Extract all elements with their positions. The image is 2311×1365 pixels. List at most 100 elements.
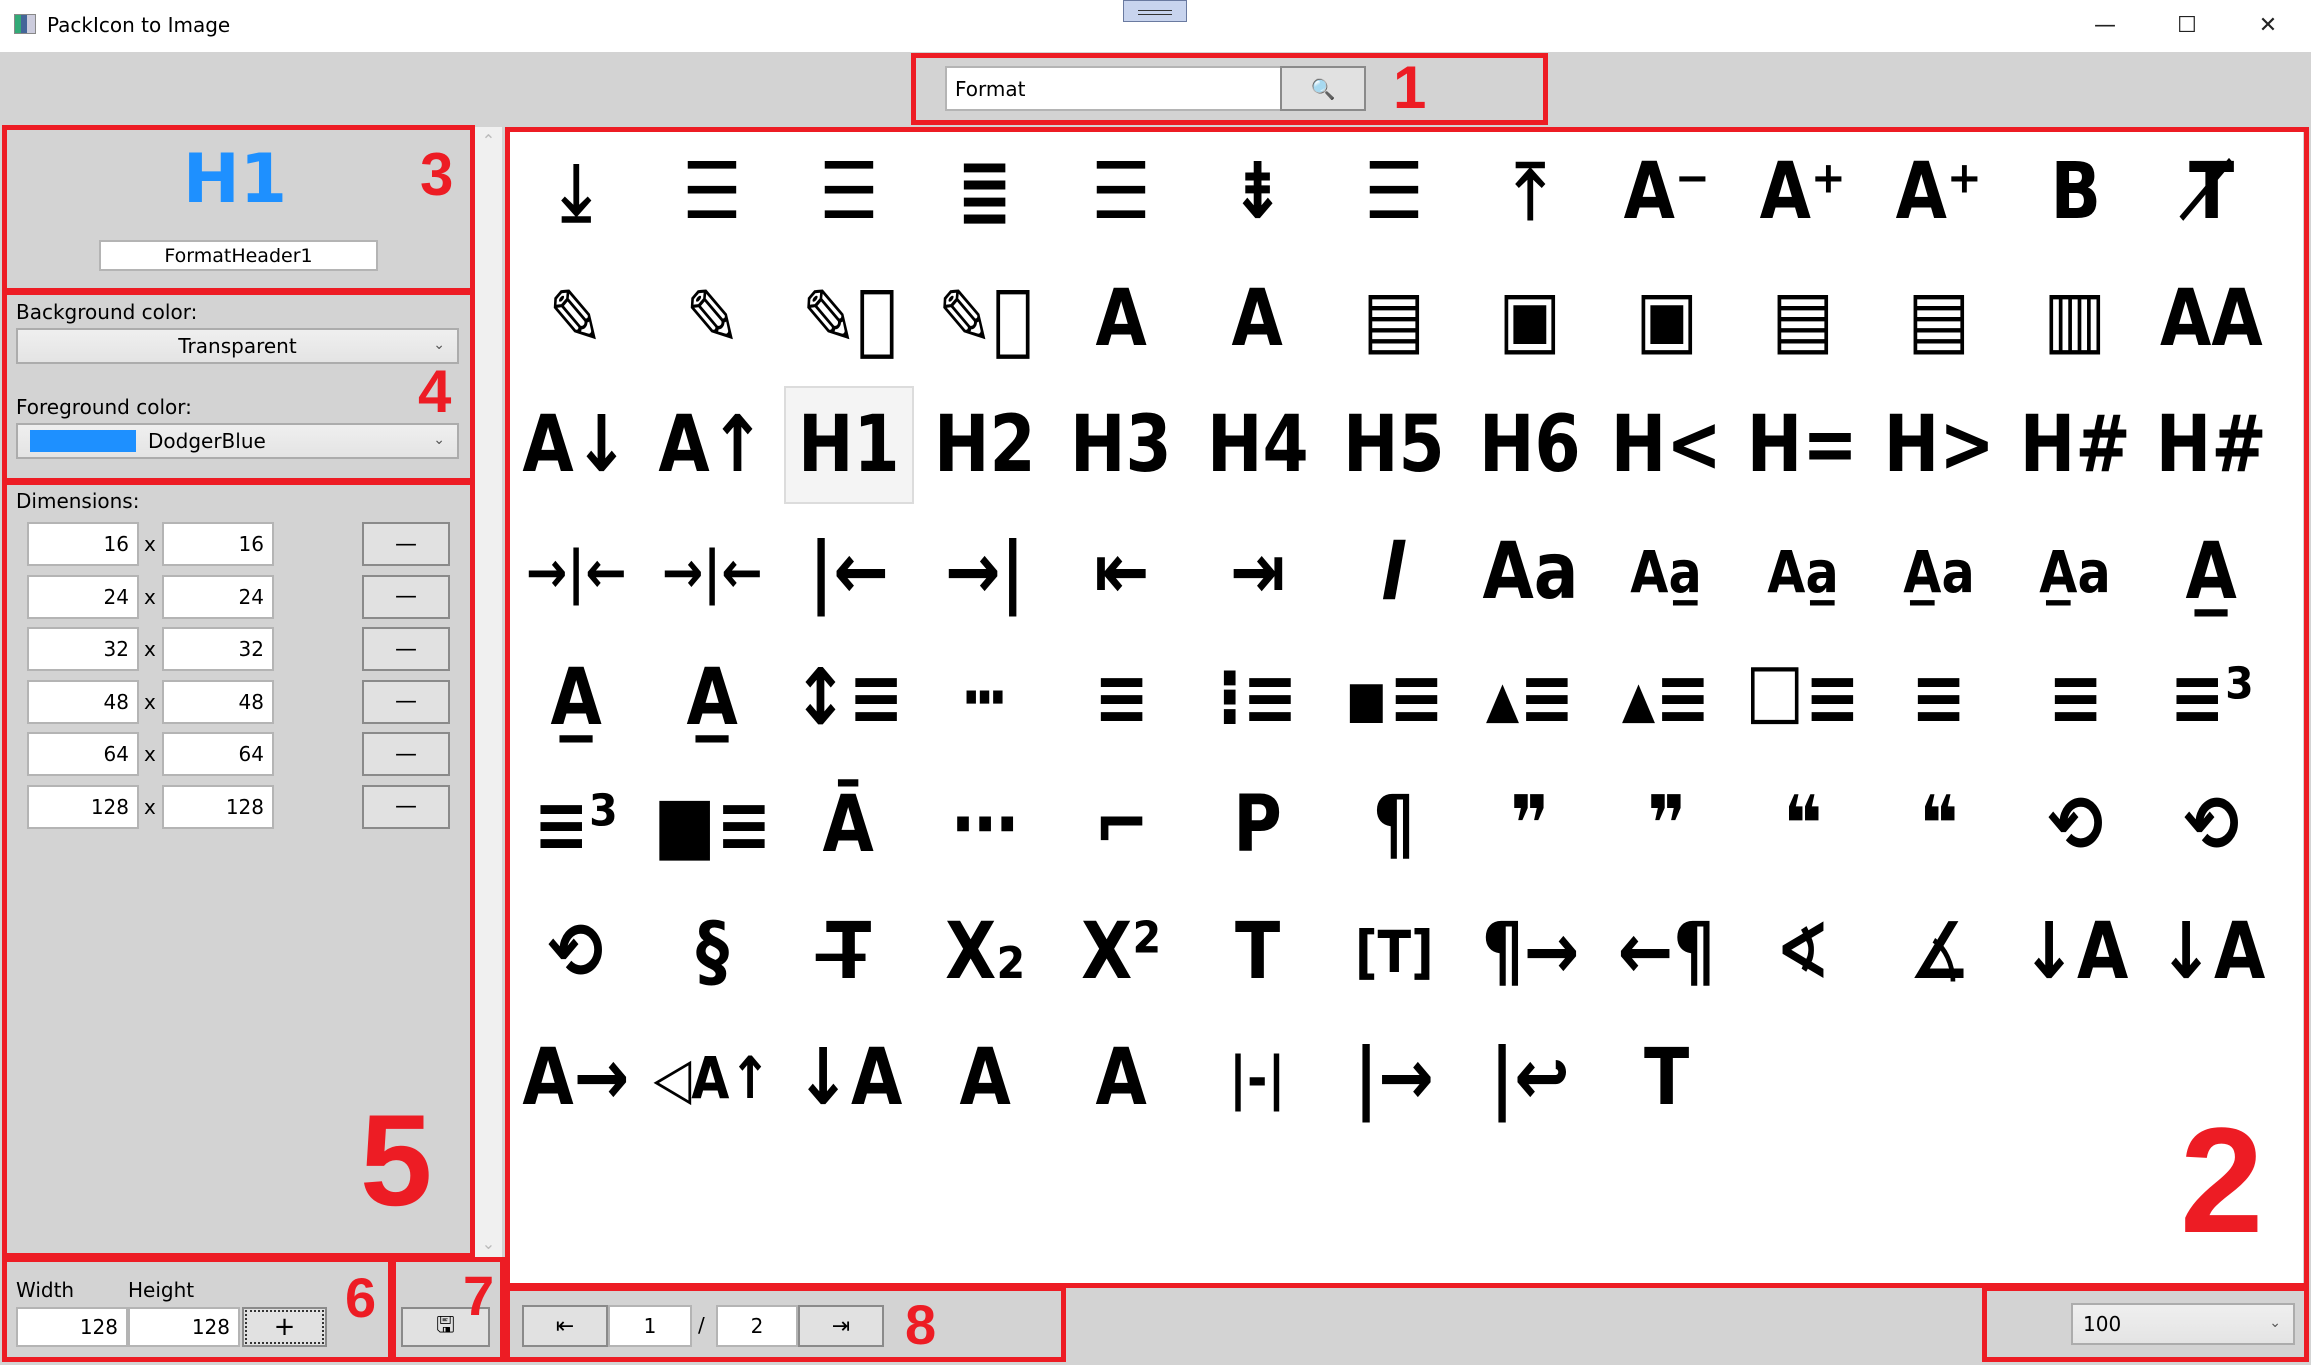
remove-dimension-button[interactable]: — [362,522,450,566]
format-align-top-icon[interactable]: ⤒ [1465,133,1595,251]
format-header-1-icon[interactable]: H1 [783,386,914,505]
remove-dimension-button[interactable]: — [362,679,450,724]
zoom-select[interactable]: 100 ⌄ [2071,1303,2295,1345]
format-columns-icon[interactable]: ▤ [1329,260,1459,378]
format-text-wrapping-overflow-icon[interactable]: |→ [1329,1019,1459,1137]
dimension-width-input[interactable]: 24 [27,574,139,619]
format-font-size-increase-icon[interactable]: A⁺ [1738,133,1868,251]
dimension-height-input[interactable]: 24 [162,574,274,619]
maximize-button[interactable]: ☐ [2167,8,2207,44]
format-float-left-icon[interactable]: ▤ [1738,260,1868,378]
remove-dimension-button[interactable]: — [362,627,450,671]
add-size-button[interactable]: + [242,1307,327,1347]
drag-handle[interactable] [1123,0,1187,22]
format-annotation-plus-icon[interactable]: A⁺ [1874,133,2004,251]
format-font-icon[interactable]: AA [2147,260,2277,378]
format-align-bottom-icon[interactable]: ⤓ [511,133,641,251]
dimension-width-input[interactable]: 48 [27,679,139,724]
format-indent-increase-icon[interactable]: ⇥ [1193,513,1323,631]
format-superscript-icon[interactable]: X² [1056,893,1186,1011]
format-float-center-icon[interactable]: ▣ [1465,260,1595,378]
foreground-color-select[interactable]: DodgerBlue ⌄ [16,423,459,459]
format-textdirection-l-to-r-icon[interactable]: ¶→ [1465,893,1595,1011]
format-text-rotation-none-icon[interactable]: A→ [511,1019,641,1137]
format-header-6-icon[interactable]: H6 [1465,386,1595,504]
format-horizontal-align-right-icon[interactable]: →| [920,513,1050,631]
format-bold-icon[interactable]: B [2010,133,2140,251]
format-text-rotation-angle-up-icon[interactable]: ∡ [1874,893,2004,1011]
format-list-bulleted-square-icon[interactable]: ▪≡ [1329,639,1459,757]
format-color-marker-icon[interactable]: ✎ [647,260,777,378]
format-indent-decrease-icon[interactable]: ⇤ [1056,513,1186,631]
dimension-width-input[interactable]: 64 [27,732,139,776]
format-header-pound-alt-icon[interactable]: H# [2147,386,2277,504]
format-strikethrough-icon[interactable]: T̶ [784,893,914,1011]
format-letter-case-lower-alt-icon[interactable]: Aa̲ [1738,513,1868,631]
format-page-break-icon[interactable]: ⋯ [920,766,1050,884]
format-line-spacing-icon[interactable]: ↕≡ [784,639,914,757]
dimension-height-input[interactable]: 128 [162,784,274,829]
dimension-width-input[interactable]: 32 [27,627,139,671]
close-button[interactable]: ✕ [2248,8,2288,44]
format-quote-close-outline-icon[interactable]: ❞ [1601,766,1731,884]
format-letter-ends-with-icon[interactable]: A̲ [2147,513,2277,631]
format-align-right-icon[interactable]: ☰ [1329,133,1459,251]
dimension-height-input[interactable]: 48 [162,679,274,724]
format-font-size-decrease-icon[interactable]: A⁻ [1601,133,1731,251]
format-float-right-icon[interactable]: ▥ [2010,260,2140,378]
scroll-up-icon[interactable]: ⌃ [475,131,502,150]
format-align-justify-icon[interactable]: ≣ [920,133,1050,251]
format-letter-case-upper-icon[interactable]: A̲a [1874,513,2004,631]
scroll-down-icon[interactable]: ⌄ [475,1234,502,1253]
icon-name-field[interactable]: FormatHeader1 [99,240,378,271]
format-text-icon[interactable]: T [1193,893,1323,1011]
format-line-weight-icon[interactable]: ≡ [1056,639,1186,757]
format-section-icon[interactable]: § [647,893,777,1011]
dimension-width-input[interactable]: 16 [27,522,139,566]
format-header-4-icon[interactable]: H4 [1193,386,1323,504]
format-overline-icon[interactable]: Ā [784,766,914,884]
format-header-5-icon[interactable]: H5 [1329,386,1459,504]
format-header-pound-icon[interactable]: H# [2010,386,2140,504]
format-text-wrapping-wrap-icon[interactable]: |↩ [1465,1019,1595,1137]
format-title-icon[interactable]: T [1601,1019,1731,1137]
height-input[interactable]: 128 [128,1307,240,1347]
background-color-select[interactable]: Transparent ⌄ [16,328,459,364]
format-rotate-90-alt-icon[interactable]: ⟲ [2147,766,2277,884]
format-text-wrapping-clip-icon[interactable]: |-| [1193,1019,1323,1137]
format-float-left-alt-icon[interactable]: ▤ [1874,260,2004,378]
format-header-2-icon[interactable]: H2 [920,386,1050,504]
format-rotate-90-icon[interactable]: ⟲ [2010,766,2140,884]
format-list-numbered-rtl-alt-icon[interactable]: ≡³ [511,766,641,884]
format-letter-starts-with-icon[interactable]: A̲ [647,639,777,757]
format-text-rotation-down-vertical-icon[interactable]: ↓A [2147,893,2277,1011]
format-text-rotation-up-icon[interactable]: ◁A↑ [647,1019,777,1137]
remove-dimension-button[interactable]: — [362,784,450,829]
dimension-height-input[interactable]: 16 [162,522,274,566]
format-list-bulleted-triangle-icon[interactable]: ▴≡ [1465,639,1595,757]
format-align-center-icon[interactable]: ☰ [784,133,914,251]
format-text-variant-outline-icon[interactable]: A [1056,1019,1186,1137]
format-letter-case-icon[interactable]: Aa [1465,513,1595,631]
width-input[interactable]: 128 [16,1307,128,1347]
format-header-increase-icon[interactable]: H> [1874,386,2004,504]
dimension-width-input[interactable]: 128 [27,784,139,829]
format-quote-open-icon[interactable]: ❝ [1738,766,1868,884]
remove-dimension-button[interactable]: — [362,574,450,619]
format-header-3-icon[interactable]: H3 [1056,386,1186,504]
search-button[interactable]: 🔍 [1280,66,1366,111]
format-quote-close-icon[interactable]: ❞ [1465,766,1595,884]
format-text-rotation-down-icon[interactable]: ↓A [2010,893,2140,1011]
format-letter-case-lower-icon[interactable]: Aa̲ [1601,513,1731,631]
format-align-left-icon[interactable]: ☰ [1056,133,1186,251]
format-color-marker-cancel-icon[interactable]: ✎⃠ [784,260,914,378]
format-horizontal-align-center-alt-icon[interactable]: →|← [647,513,777,631]
format-horizontal-align-center-icon[interactable]: →|← [511,513,641,631]
format-list-checkbox-icon[interactable]: ☐≡ [1738,639,1868,757]
format-letter-case-upper-alt-icon[interactable]: A̲a [2010,513,2140,631]
next-page-button[interactable]: ⇥ [798,1305,884,1347]
format-clear-icon[interactable]: T̸ [2147,133,2277,251]
format-color-highlight-icon[interactable]: ✎ [511,260,641,378]
format-paint-icon[interactable]: ⌐ [1056,766,1186,884]
dimension-height-input[interactable]: 32 [162,627,274,671]
